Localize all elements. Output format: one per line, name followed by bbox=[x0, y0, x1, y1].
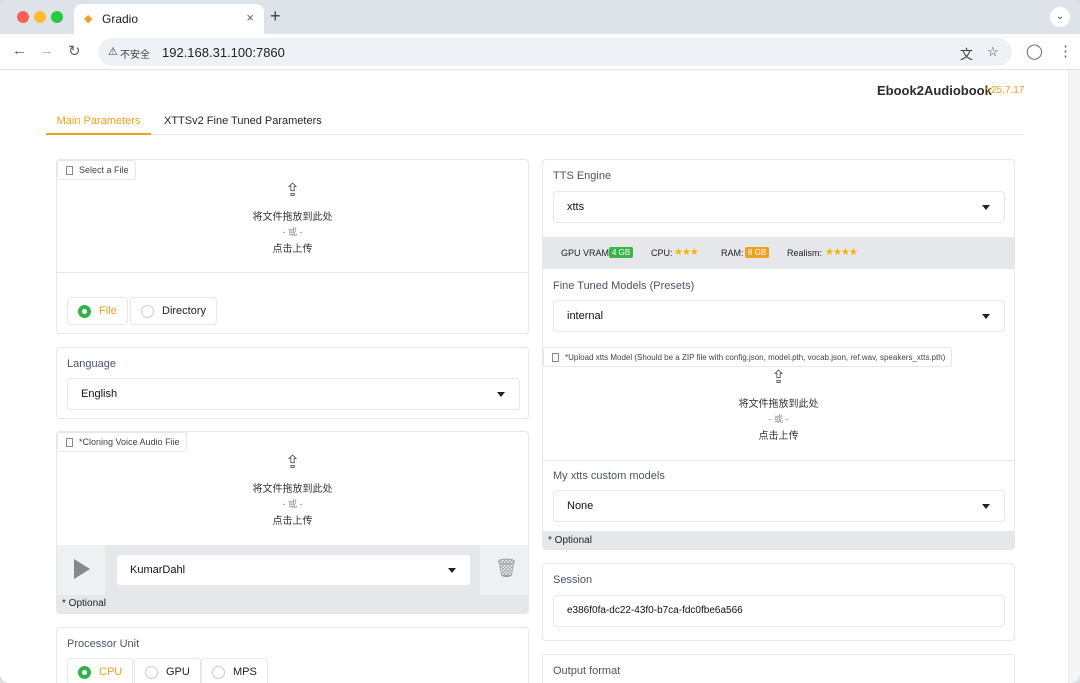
close-window-button[interactable] bbox=[17, 11, 29, 23]
app-title: Ebook2Audiobook bbox=[877, 83, 992, 98]
warning-icon: ⚠ bbox=[108, 46, 118, 58]
gradio-favicon-icon: ◆ bbox=[84, 13, 93, 25]
voice-upload-card: *Cloning Voice Audio Fiie ⇪ 将文件拖放到此处 - 或… bbox=[56, 431, 529, 614]
language-card: Language English bbox=[56, 347, 529, 419]
caret-down-icon bbox=[497, 392, 505, 397]
document-icon bbox=[66, 437, 73, 447]
reload-icon[interactable]: ↻ bbox=[68, 42, 81, 60]
tts-engine-card: TTS Engine xtts GPU VRAM: 4 GB CPU: ★★★ … bbox=[542, 159, 1015, 550]
fine-tuned-label: Fine Tuned Models (Presets) bbox=[553, 280, 695, 292]
document-icon bbox=[66, 165, 73, 175]
radio-dot bbox=[145, 665, 158, 679]
browser-tab[interactable]: ◆ Gradio × bbox=[74, 4, 264, 34]
processor-card: Processor Unit CPU GPU MPS bbox=[56, 627, 529, 683]
tts-engine-select[interactable]: xtts bbox=[553, 191, 1005, 223]
ram-badge: 8 GB bbox=[745, 247, 770, 258]
forward-arrow-icon[interactable]: → bbox=[39, 42, 54, 59]
custom-models-select[interactable]: None bbox=[553, 490, 1005, 522]
tts-engine-label: TTS Engine bbox=[553, 170, 612, 182]
upload-icon: ⇪ bbox=[770, 367, 787, 387]
trash-icon: 🗑 bbox=[495, 558, 518, 578]
custom-models-label: My xtts custom models bbox=[553, 470, 665, 482]
main-tabs: Main Parameters XTTSv2 Fine Tuned Parame… bbox=[46, 115, 1024, 135]
url-text[interactable]: 192.168.31.100:7860 bbox=[162, 45, 285, 60]
caret-down-icon bbox=[982, 504, 990, 509]
radio-directory[interactable]: Directory bbox=[130, 297, 218, 325]
fine-tuned-select[interactable]: internal bbox=[553, 300, 1005, 332]
tab-strip: ◆ Gradio × + ⌄ bbox=[0, 0, 1080, 34]
tab-xtts-fine-tuned[interactable]: XTTSv2 Fine Tuned Parameters bbox=[164, 115, 322, 133]
delete-button[interactable]: 🗑 bbox=[480, 545, 528, 595]
optional-bar: * Optional bbox=[543, 531, 1014, 549]
insecure-label[interactable]: 不安全 bbox=[120, 46, 150, 61]
file-upload-label-chip: Select a File bbox=[57, 160, 136, 180]
maximize-window-button[interactable] bbox=[51, 11, 63, 23]
file-upload-card: Select a File ⇪ 将文件拖放到此处 - 或 - 点击上传 File… bbox=[56, 159, 529, 334]
output-format-card: Output format bbox=[542, 654, 1015, 683]
bookmark-star-icon[interactable]: ☆ bbox=[987, 44, 999, 60]
document-icon bbox=[552, 352, 559, 362]
session-label: Session bbox=[553, 574, 593, 586]
voice-optional-note: * Optional bbox=[62, 598, 106, 609]
caret-down-icon bbox=[982, 205, 990, 210]
language-label: Language bbox=[67, 358, 116, 370]
minimize-window-button[interactable] bbox=[34, 11, 46, 23]
browser-toolbar: ← → ↻ ⚠ 不安全 192.168.31.100:7860 文 ☆ ◯ ⋮ bbox=[0, 34, 1080, 70]
model-drop-zone[interactable]: ⇪ 将文件拖放到此处 - 或 - 点击上传 bbox=[543, 367, 1014, 459]
radio-cpu[interactable]: CPU bbox=[67, 658, 134, 683]
upload-icon: ⇪ bbox=[284, 452, 301, 472]
address-bar[interactable]: ⚠ 不安全 192.168.31.100:7860 文 ☆ bbox=[98, 38, 1012, 66]
divider bbox=[57, 272, 528, 273]
session-card: Session e386f0fa-dc22-43f0-b7ca-fdc0fbe6… bbox=[542, 563, 1015, 641]
browser-window: ◆ Gradio × + ⌄ ← → ↻ ⚠ 不安全 192.168.31.10… bbox=[0, 0, 1080, 683]
language-select[interactable]: English bbox=[67, 378, 520, 410]
more-menu-icon[interactable]: ⋮ bbox=[1058, 42, 1073, 60]
cpu-stars: ★★★ bbox=[674, 247, 699, 258]
back-arrow-icon[interactable]: ← bbox=[12, 42, 27, 59]
radio-gpu[interactable]: GPU bbox=[134, 658, 201, 683]
divider bbox=[543, 460, 1014, 461]
tab-title: Gradio bbox=[102, 12, 139, 26]
radio-file[interactable]: File bbox=[67, 297, 128, 325]
optional-note: * Optional bbox=[548, 535, 592, 546]
radio-dot bbox=[141, 304, 154, 318]
tab-main-parameters[interactable]: Main Parameters bbox=[46, 115, 151, 135]
page-scrollbar[interactable] bbox=[1068, 70, 1080, 683]
upload-model-label-chip: *Upload xtts Model (Should be a ZIP file… bbox=[543, 347, 953, 367]
voice-upload-label-chip: *Cloning Voice Audio Fiie bbox=[57, 432, 187, 452]
voice-select[interactable]: KumarDahl bbox=[116, 554, 471, 586]
processor-label: Processor Unit bbox=[67, 638, 140, 650]
profile-icon[interactable]: ◯ bbox=[1026, 42, 1043, 60]
radio-dot bbox=[212, 665, 225, 679]
session-field[interactable]: e386f0fa-dc22-43f0-b7ca-fdc0fbe6a566 bbox=[553, 595, 1005, 627]
new-tab-button[interactable]: + bbox=[270, 6, 281, 27]
caret-down-icon bbox=[982, 314, 990, 319]
caret-down-icon bbox=[448, 568, 456, 573]
vram-badge: 4 GB bbox=[609, 247, 634, 258]
voice-drop-zone[interactable]: ⇪ 将文件拖放到此处 - 或 - 点击上传 bbox=[57, 452, 528, 544]
realism-stars: ★★★★ bbox=[825, 247, 858, 258]
translate-icon[interactable]: 文 bbox=[960, 44, 973, 63]
play-button[interactable] bbox=[57, 545, 105, 595]
gradio-page: Ebook2Audiobook v25.7.17 Main Parameters… bbox=[0, 70, 1080, 683]
output-format-label: Output format bbox=[553, 665, 621, 677]
close-tab-icon[interactable]: × bbox=[246, 10, 254, 25]
app-version: v25.7.17 bbox=[986, 85, 1025, 96]
radio-dot bbox=[78, 665, 91, 679]
engine-specs-bar: GPU VRAM: 4 GB CPU: ★★★ RAM: 8 GB Realis… bbox=[543, 237, 1014, 269]
radio-mps[interactable]: MPS bbox=[201, 658, 268, 683]
play-icon bbox=[74, 559, 90, 579]
file-drop-zone[interactable]: ⇪ 将文件拖放到此处 - 或 - 点击上传 bbox=[57, 180, 528, 272]
radio-dot bbox=[78, 304, 91, 318]
upload-icon: ⇪ bbox=[284, 180, 301, 200]
tab-search-button[interactable]: ⌄ bbox=[1050, 7, 1070, 27]
